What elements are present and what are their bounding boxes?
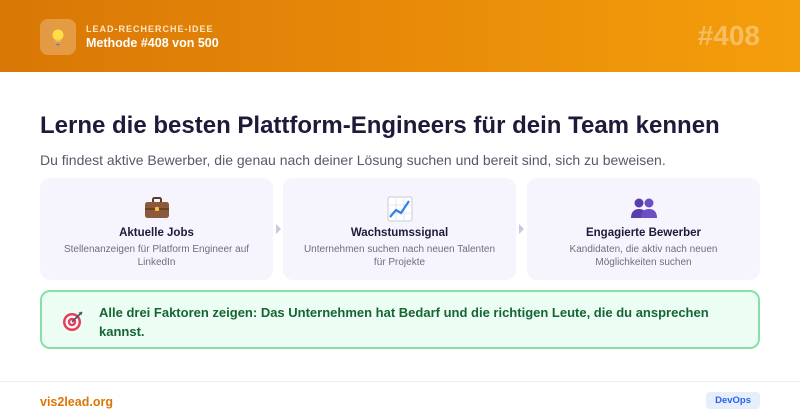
card-description: Kandidaten, die aktiv nach neuen Möglich… [569, 244, 718, 268]
card-engaged-applicants: Engagierte Bewerber Kandidaten, die akti… [527, 178, 760, 280]
method-label: Methode #408 von 500 [86, 36, 219, 50]
page-title: Lerne die besten Plattform-Engineers für… [40, 112, 720, 139]
category-tag: DevOps [706, 392, 760, 409]
briefcase-icon [144, 197, 169, 218]
footer-brand-link[interactable]: vis2lead.org [40, 395, 113, 409]
logo-box [40, 19, 76, 55]
card-current-jobs: Aktuelle Jobs Stellenanzeigen für Platfo… [40, 178, 273, 280]
header-eyebrow: LEAD-RECHERCHE-IDEE [86, 24, 214, 34]
card-title: Aktuelle Jobs [119, 227, 194, 239]
people-icon [630, 198, 657, 218]
lightbulb-icon [52, 29, 64, 46]
card-description: Stellenanzeigen für Platform Engineer au… [63, 244, 250, 268]
footer-divider [0, 381, 800, 382]
card-description: Unternehmen suchen nach neuen Talenten f… [303, 244, 496, 268]
header-text: LEAD-RECHERCHE-IDEE Methode #408 von 500 [86, 24, 219, 50]
summary-callout: Alle drei Faktoren zeigen: Das Unternehm… [40, 290, 760, 349]
arrow-icon [276, 224, 281, 234]
callout-text: Alle drei Faktoren zeigen: Das Unternehm… [99, 305, 709, 339]
chart-increasing-icon [387, 196, 412, 222]
method-number: #408 [697, 20, 760, 51]
card-title: Engagierte Bewerber [585, 227, 702, 239]
page-subtitle: Du findest aktive Bewerber, die genau na… [40, 152, 666, 168]
factor-cards: Aktuelle Jobs Stellenanzeigen für Platfo… [40, 178, 760, 280]
card-growth-signal: Wachstumssignal Unternehmen suchen nach … [283, 178, 516, 280]
arrow-icon [519, 224, 524, 234]
header-banner: LEAD-RECHERCHE-IDEE Methode #408 von 500… [0, 0, 800, 72]
card-title: Wachstumssignal [350, 227, 449, 239]
target-icon [63, 311, 83, 331]
